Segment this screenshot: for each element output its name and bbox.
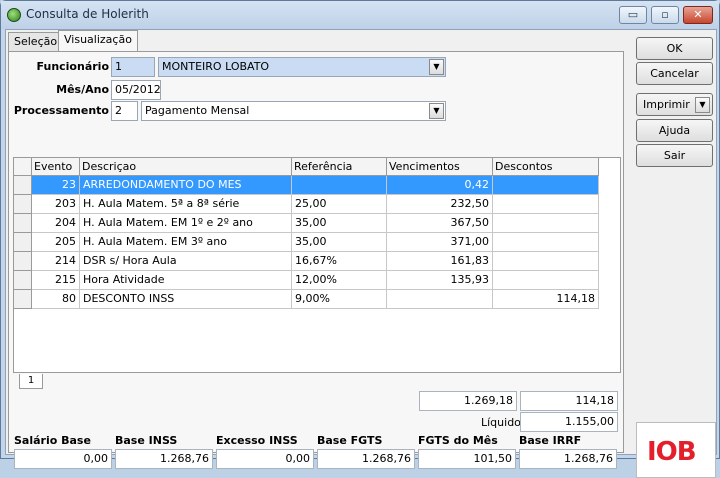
ok-button[interactable]: OK [636, 37, 713, 60]
processamento-select[interactable]: Pagamento Mensal ▼ [141, 101, 446, 121]
liquido-label: Líquido [481, 416, 521, 429]
row-header[interactable] [14, 195, 32, 214]
cell-referencia[interactable] [292, 176, 387, 195]
col-header-referencia[interactable]: Referência [292, 158, 387, 176]
iob-logo: IOB [636, 422, 716, 478]
funcionario-code-field[interactable]: 1 [111, 57, 155, 77]
window-title: Consulta de Holerith [26, 7, 149, 21]
sair-button[interactable]: Sair [636, 144, 713, 167]
cell-referencia[interactable]: 35,00 [292, 214, 387, 233]
col-header-descricao[interactable]: Descriçao [80, 158, 292, 176]
cell-descricao[interactable]: H. Aula Matem. EM 3º ano [80, 233, 292, 252]
cancelar-button[interactable]: Cancelar [636, 62, 713, 85]
total-descontos: 114,18 [520, 391, 618, 411]
row-header[interactable] [14, 176, 32, 195]
excesso-inss-value: 0,00 [216, 449, 314, 469]
base-inss-value: 1.268,76 [115, 449, 213, 469]
cell-evento[interactable]: 205 [32, 233, 80, 252]
cell-vencimentos[interactable]: 367,50 [387, 214, 493, 233]
cell-descricao[interactable]: Hora Atividade [80, 271, 292, 290]
cell-descontos[interactable] [493, 271, 599, 290]
funcionario-select[interactable]: MONTEIRO LOBATO ▼ [158, 57, 446, 77]
processamento-label: Processamento [13, 104, 109, 117]
cell-referencia[interactable]: 12,00% [292, 271, 387, 290]
cell-descricao[interactable]: H. Aula Matem. 5ª a 8ª série [80, 195, 292, 214]
row-header[interactable] [14, 252, 32, 271]
window: Consulta de Holerith ▭ ▫ ✕ Seleção Visua… [0, 0, 720, 478]
cell-evento[interactable]: 23 [32, 176, 80, 195]
grid-corner [14, 158, 32, 176]
col-header-vencimentos[interactable]: Vencimentos [387, 158, 493, 176]
tab-panel: Funcionário 1 MONTEIRO LOBATO ▼ Mês/Ano … [8, 51, 624, 469]
cell-descricao[interactable]: DSR s/ Hora Aula [80, 252, 292, 271]
cell-evento[interactable]: 214 [32, 252, 80, 271]
cell-evento[interactable]: 203 [32, 195, 80, 214]
events-grid[interactable]: Evento Descriçao Referência Vencimentos … [13, 157, 621, 373]
close-button[interactable]: ✕ [683, 6, 713, 24]
base-fgts-label: Base FGTS [317, 434, 383, 447]
cell-descontos[interactable] [493, 214, 599, 233]
iob-logo-text: IOB [647, 437, 697, 467]
restore-button[interactable]: ▫ [651, 6, 679, 24]
cell-descricao[interactable]: H. Aula Matem. EM 1º e 2º ano [80, 214, 292, 233]
col-header-evento[interactable]: Evento [32, 158, 80, 176]
row-header[interactable] [14, 271, 32, 290]
excesso-inss-label: Excesso INSS [216, 434, 298, 447]
ajuda-button[interactable]: Ajuda [636, 119, 713, 142]
app-icon [7, 8, 21, 22]
base-inss-label: Base INSS [115, 434, 178, 447]
cell-descontos[interactable]: 114,18 [493, 290, 599, 309]
mesano-label: Mês/Ano [56, 83, 109, 96]
cell-vencimentos[interactable]: 135,93 [387, 271, 493, 290]
row-header[interactable] [14, 214, 32, 233]
col-header-descontos[interactable]: Descontos [493, 158, 599, 176]
funcionario-label: Funcionário [36, 60, 109, 73]
tab-selecao[interactable]: Seleção [8, 32, 64, 52]
base-irrf-label: Base IRRF [519, 434, 582, 447]
cell-vencimentos[interactable] [387, 290, 493, 309]
cell-descontos[interactable] [493, 195, 599, 214]
cell-referencia[interactable]: 16,67% [292, 252, 387, 271]
cell-referencia[interactable]: 35,00 [292, 233, 387, 252]
total-liquido: 1.155,00 [520, 412, 618, 432]
salario-base-value: 0,00 [14, 449, 112, 469]
row-header[interactable] [14, 290, 32, 309]
cell-vencimentos[interactable]: 371,00 [387, 233, 493, 252]
processamento-name: Pagamento Mensal [145, 104, 250, 117]
cell-vencimentos[interactable]: 161,83 [387, 252, 493, 271]
base-irrf-value: 1.268,76 [519, 449, 617, 469]
chevron-down-icon[interactable]: ▼ [429, 103, 444, 119]
processamento-code-field[interactable]: 2 [111, 101, 138, 121]
cell-descricao[interactable]: DESCONTO INSS [80, 290, 292, 309]
mesano-field[interactable]: 05/2012 [111, 80, 161, 100]
page-tab[interactable]: 1 [19, 374, 43, 389]
cell-descontos[interactable] [493, 176, 599, 195]
total-vencimentos: 1.269,18 [419, 391, 517, 411]
tab-visualizacao[interactable]: Visualização [58, 30, 138, 51]
cell-descricao[interactable]: ARREDONDAMENTO DO MES [80, 176, 292, 195]
minimize-button[interactable]: ▭ [619, 6, 647, 24]
cell-evento[interactable]: 215 [32, 271, 80, 290]
imprimir-button[interactable]: Imprimir ▼ [636, 93, 713, 116]
fgts-mes-label: FGTS do Mês [418, 434, 498, 447]
title-bar: Consulta de Holerith ▭ ▫ ✕ [1, 1, 719, 29]
row-header[interactable] [14, 233, 32, 252]
cell-evento[interactable]: 204 [32, 214, 80, 233]
base-fgts-value: 1.268,76 [317, 449, 415, 469]
imprimir-label: Imprimir [643, 98, 690, 111]
salario-base-label: Salário Base [14, 434, 91, 447]
cell-descontos[interactable] [493, 233, 599, 252]
cell-vencimentos[interactable]: 232,50 [387, 195, 493, 214]
chevron-down-icon[interactable]: ▼ [429, 59, 444, 75]
cell-vencimentos[interactable]: 0,42 [387, 176, 493, 195]
chevron-down-icon[interactable]: ▼ [695, 97, 710, 113]
cell-descontos[interactable] [493, 252, 599, 271]
cell-referencia[interactable]: 9,00% [292, 290, 387, 309]
fgts-mes-value: 101,50 [418, 449, 516, 469]
funcionario-name: MONTEIRO LOBATO [162, 60, 270, 73]
client-area: Seleção Visualização Funcionário 1 MONTE… [5, 29, 717, 478]
cell-evento[interactable]: 80 [32, 290, 80, 309]
cell-referencia[interactable]: 25,00 [292, 195, 387, 214]
